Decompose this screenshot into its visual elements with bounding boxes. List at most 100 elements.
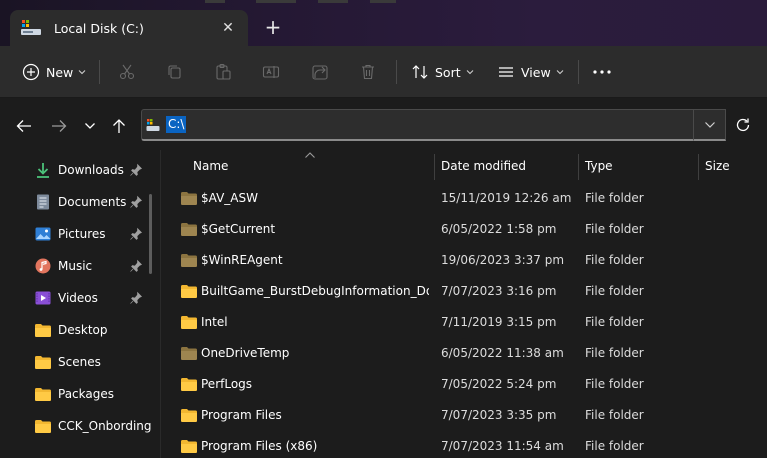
address-history-button[interactable] [694, 109, 726, 141]
more-options-button[interactable] [592, 58, 612, 86]
file-row[interactable]: OneDriveTemp 6/05/2022 11:38 am File folde… [161, 338, 767, 369]
view-label: View [521, 64, 551, 80]
file-row[interactable]: Program Files (x86) 7/07/2023 11:54 am Fil… [161, 431, 767, 458]
column-divider[interactable] [434, 154, 435, 180]
sidebar-item-label: Videos [58, 291, 98, 305]
file-name: BuiltGame_BurstDebugInformation_DoN... [201, 284, 429, 298]
forward-button[interactable] [47, 114, 71, 138]
sidebar-item-packages[interactable]: Packages [34, 382, 158, 406]
file-type: File folder [585, 284, 644, 298]
title-bar: Local Disk (C:) ✕ + [0, 0, 767, 46]
top-strip [205, 0, 225, 3]
sort-label: Sort [435, 64, 461, 80]
recent-locations-button[interactable] [78, 114, 102, 138]
separator [99, 60, 100, 84]
file-row[interactable]: BuiltGame_BurstDebugInformation_DoN... 7/… [161, 276, 767, 307]
folder-icon [181, 192, 197, 205]
top-strip [256, 0, 296, 3]
navigation-pane: Downloads Documents Pictures Music Video… [0, 150, 158, 458]
delete-button[interactable] [359, 58, 377, 86]
paste-button[interactable] [214, 58, 232, 86]
file-date-modified: 7/11/2019 3:15 pm [441, 315, 557, 329]
delete-icon [362, 64, 374, 80]
new-button[interactable]: New [22, 58, 86, 86]
arrow-left-icon [16, 120, 31, 132]
copy-button[interactable] [166, 58, 184, 86]
cut-button[interactable] [118, 58, 136, 86]
file-type: File folder [585, 408, 644, 422]
add-circle-icon [22, 63, 40, 81]
file-type: File folder [585, 222, 644, 236]
new-label: New [46, 64, 74, 80]
file-row[interactable]: PerfLogs 7/05/2022 5:24 pm File folder [161, 369, 767, 400]
close-tab-button[interactable]: ✕ [218, 18, 238, 38]
file-type: File folder [585, 439, 644, 453]
sidebar-scrollbar[interactable] [149, 194, 152, 274]
pin-icon [130, 227, 143, 240]
folder-icon [35, 324, 51, 337]
file-row[interactable]: $AV_ASW 15/11/2019 12:26 am File folder [161, 183, 767, 214]
copy-icon [168, 65, 181, 79]
address-path[interactable]: C:\ [166, 116, 187, 133]
pin-icon [130, 195, 143, 208]
file-type: File folder [585, 315, 644, 329]
pin-icon [130, 291, 143, 304]
drive-icon [21, 20, 41, 35]
column-divider[interactable] [578, 154, 579, 180]
file-date-modified: 6/05/2022 11:38 am [441, 346, 564, 360]
separator [578, 60, 579, 84]
new-tab-button[interactable]: + [262, 16, 284, 38]
sidebar-item-videos[interactable]: Videos [34, 286, 158, 310]
chevron-down-icon [466, 70, 474, 75]
back-button[interactable] [12, 114, 36, 138]
sidebar-item-scenes[interactable]: Scenes [34, 350, 158, 374]
file-name: $AV_ASW [201, 191, 258, 205]
folder-icon [181, 316, 197, 329]
column-header-date-modified[interactable]: Date modified [441, 150, 577, 182]
column-header-label: Name [193, 159, 229, 173]
music-icon [35, 258, 51, 274]
sidebar-item-downloads[interactable]: Downloads [34, 158, 158, 182]
file-row[interactable]: $GetCurrent 6/05/2022 1:58 pm File folder [161, 214, 767, 245]
file-row[interactable]: Intel 7/11/2019 3:15 pm File folder [161, 307, 767, 338]
view-list-icon [499, 67, 513, 77]
sidebar-item-music[interactable]: Music [34, 254, 158, 278]
pin-icon [130, 259, 143, 272]
file-name: $WinREAgent [201, 253, 283, 267]
column-header-name[interactable]: Name [193, 150, 433, 182]
sidebar-item-label: Music [58, 259, 93, 273]
refresh-button[interactable] [730, 109, 756, 141]
address-bar[interactable]: C:\ [141, 109, 694, 141]
video-icon [35, 291, 51, 305]
share-icon [312, 65, 328, 80]
column-header-label: Size [705, 159, 730, 173]
folder-icon [181, 285, 197, 298]
folder-icon [181, 347, 197, 360]
sidebar-item-desktop[interactable]: Desktop [34, 318, 158, 342]
file-row[interactable]: $WinREAgent 19/06/2023 3:37 pm File folder [161, 245, 767, 276]
share-button[interactable] [311, 58, 329, 86]
drive-icon [146, 118, 160, 131]
paste-icon [216, 63, 231, 80]
up-button[interactable] [107, 114, 131, 138]
file-date-modified: 7/07/2023 3:35 pm [441, 408, 557, 422]
file-row[interactable]: Program Files 7/07/2023 3:35 pm File folde… [161, 400, 767, 431]
column-divider[interactable] [698, 154, 699, 180]
column-header-size[interactable]: Size [705, 150, 765, 182]
sidebar-item-pictures[interactable]: Pictures [34, 222, 158, 246]
file-date-modified: 7/05/2022 5:24 pm [441, 377, 557, 391]
column-header-type[interactable]: Type [585, 150, 695, 182]
rename-button[interactable] [262, 58, 280, 86]
sidebar-item-label: CCK_Onbording [58, 419, 152, 433]
sidebar-item-documents[interactable]: Documents [34, 190, 158, 214]
arrow-right-icon [52, 120, 67, 132]
file-type: File folder [585, 346, 644, 360]
folder-icon [35, 356, 51, 369]
file-date-modified: 6/05/2022 1:58 pm [441, 222, 557, 236]
chevron-down-icon [556, 70, 564, 75]
sort-button[interactable]: Sort [411, 58, 474, 86]
sidebar-item-cck-onbording[interactable]: CCK_Onbording [34, 414, 158, 438]
chevron-down-icon [704, 121, 715, 128]
tab-local-disk[interactable]: Local Disk (C:) ✕ [10, 10, 248, 46]
view-button[interactable]: View [497, 58, 564, 86]
